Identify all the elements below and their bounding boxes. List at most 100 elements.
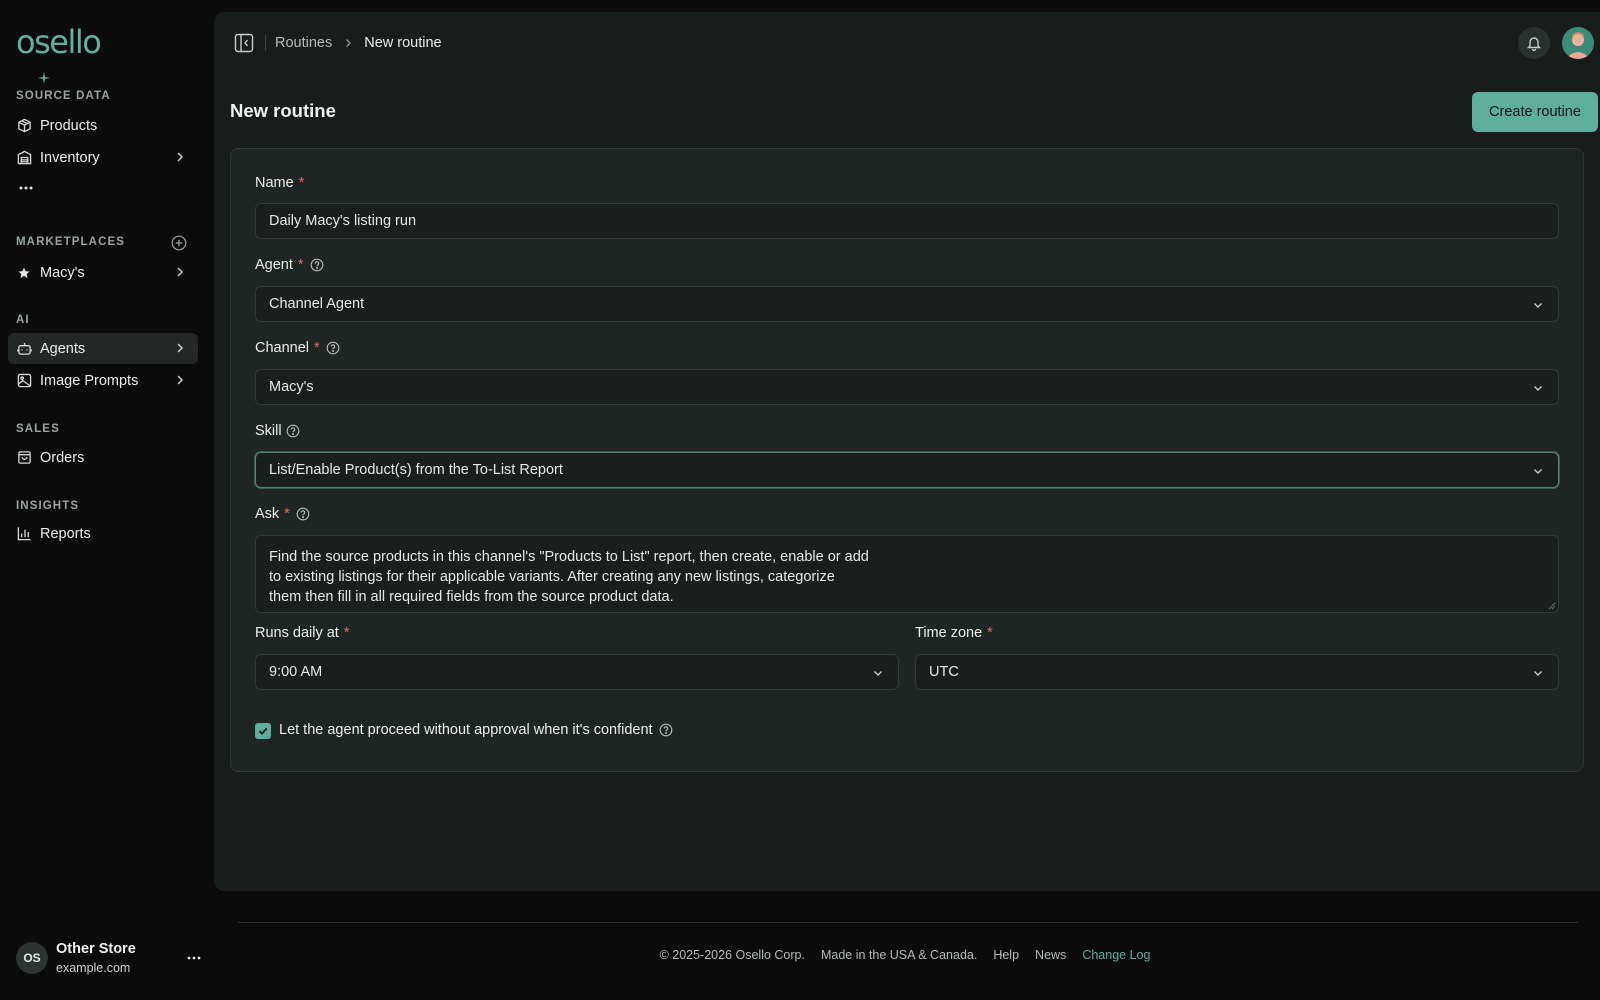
agent-select-value: Channel Agent xyxy=(269,296,365,312)
sidebar-item-label: Reports xyxy=(40,525,91,542)
image-icon xyxy=(16,373,32,389)
chevron-down-icon xyxy=(1534,469,1542,474)
sidebar-item-label: Agents xyxy=(40,340,86,357)
section-insights: INSIGHTS xyxy=(16,500,80,512)
notifications-button[interactable] xyxy=(1518,27,1550,59)
footer-divider xyxy=(238,922,1578,923)
field-label-text: Time zone xyxy=(915,625,983,641)
time-zone-select[interactable]: UTC xyxy=(915,654,1559,690)
sidebar-item-reports[interactable]: Reports xyxy=(8,518,198,549)
breadcrumb: Routines New routine xyxy=(275,35,442,51)
required-asterisk: * xyxy=(987,625,993,641)
sidebar: osello SOURCE DATA Products Inventory MA… xyxy=(0,0,210,1000)
chevron-right-icon xyxy=(177,267,184,277)
chevron-right-icon xyxy=(177,152,184,162)
user-avatar-icon xyxy=(1562,27,1594,59)
footer: © 2025-2026 Osello Corp. Made in the USA… xyxy=(0,948,1600,962)
bot-icon xyxy=(16,341,32,357)
runs-daily-select[interactable]: 9:00 AM xyxy=(255,654,899,690)
warehouse-icon xyxy=(16,150,32,166)
auto-approve-text: Let the agent proceed without approval w… xyxy=(279,722,653,738)
topbar: Routines New routine xyxy=(214,12,1600,74)
skill-select-value: List/Enable Product(s) from the To-List … xyxy=(269,462,563,478)
agent-label: Agent * xyxy=(255,257,324,273)
field-label-text: Channel xyxy=(255,340,310,356)
sidebar-item-label: Inventory xyxy=(40,149,100,166)
ask-label: Ask * xyxy=(255,506,310,522)
footer-made-in: Made in the USA & Canada. xyxy=(820,948,978,962)
osello-logo[interactable]: osello xyxy=(16,24,116,84)
name-label: Name * xyxy=(255,175,304,191)
channel-select-value: Macy's xyxy=(269,379,314,395)
sidebar-item-label: Image Prompts xyxy=(40,372,139,389)
chevron-down-icon xyxy=(1534,303,1542,308)
create-routine-button[interactable]: Create routine xyxy=(1472,92,1598,132)
field-label-text: Name xyxy=(255,175,294,191)
help-icon[interactable] xyxy=(310,258,324,272)
more-icon[interactable] xyxy=(18,180,34,196)
sidebar-item-orders[interactable]: Orders xyxy=(8,442,198,473)
ask-textarea[interactable]: Find the source products in this channel… xyxy=(255,535,1559,613)
footer-changelog-link[interactable]: Change Log xyxy=(1082,948,1150,962)
required-asterisk: * xyxy=(314,340,320,356)
required-asterisk: * xyxy=(298,175,305,191)
help-icon[interactable] xyxy=(296,507,310,521)
sidebar-item-label: Macy's xyxy=(40,264,85,281)
required-asterisk: * xyxy=(297,257,304,273)
divider xyxy=(265,35,266,51)
time-zone-label: Time zone * xyxy=(915,625,993,641)
ask-line: them then fill in all required fields fr… xyxy=(269,589,674,605)
agent-select[interactable]: Channel Agent xyxy=(255,286,1559,322)
time-zone-value: UTC xyxy=(929,664,959,680)
chevron-down-icon xyxy=(1534,386,1542,391)
help-icon[interactable] xyxy=(286,424,300,438)
resize-handle-icon[interactable] xyxy=(1548,602,1556,610)
sidebar-toggle-icon[interactable] xyxy=(234,33,254,53)
shopping-bag-icon xyxy=(16,450,32,466)
sidebar-item-image-prompts[interactable]: Image Prompts xyxy=(8,365,198,396)
section-ai: AI xyxy=(16,314,30,326)
field-label-text: Agent xyxy=(255,257,293,273)
section-sales: SALES xyxy=(16,423,60,435)
help-icon[interactable] xyxy=(659,723,673,737)
runs-daily-label: Runs daily at * xyxy=(255,625,349,641)
auto-approve-label[interactable]: Let the agent proceed without approval w… xyxy=(279,722,673,738)
breadcrumb-routines[interactable]: Routines xyxy=(275,35,332,51)
bar-chart-icon xyxy=(16,526,32,542)
bell-icon xyxy=(1526,37,1542,51)
channel-select[interactable]: Macy's xyxy=(255,369,1559,405)
skill-select[interactable]: List/Enable Product(s) from the To-List … xyxy=(255,452,1559,488)
sidebar-item-label: Products xyxy=(40,117,98,134)
store-domain: example.com xyxy=(56,961,131,975)
required-asterisk: * xyxy=(284,506,290,522)
runs-daily-value: 9:00 AM xyxy=(269,664,323,680)
required-asterisk: * xyxy=(343,625,350,641)
star-icon xyxy=(16,265,32,281)
user-avatar[interactable] xyxy=(1562,27,1594,59)
logo-spark-icon xyxy=(38,72,50,84)
auto-approve-checkbox[interactable] xyxy=(255,723,271,739)
section-marketplaces: MARKETPLACES xyxy=(16,236,126,248)
chevron-down-icon xyxy=(874,671,882,676)
sidebar-item-label: Orders xyxy=(40,449,85,466)
sidebar-item-agents[interactable]: Agents xyxy=(8,333,198,364)
breadcrumb-current: New routine xyxy=(364,35,442,51)
name-input[interactable]: Daily Macy's listing run xyxy=(255,203,1559,239)
field-label-text: Skill xyxy=(255,423,282,439)
footer-news-link[interactable]: News xyxy=(1035,948,1066,962)
ask-line: to existing listings for their applicabl… xyxy=(269,569,835,585)
sidebar-item-inventory[interactable]: Inventory xyxy=(8,142,198,173)
main-panel: Routines New routine New routine Create … xyxy=(214,12,1600,891)
check-icon xyxy=(258,727,268,735)
box-icon xyxy=(16,118,32,134)
sidebar-item-products[interactable]: Products xyxy=(8,110,198,141)
footer-help-link[interactable]: Help xyxy=(993,948,1019,962)
section-source-data: SOURCE DATA xyxy=(16,90,111,102)
chevron-right-icon xyxy=(342,37,354,49)
add-marketplace-icon[interactable] xyxy=(171,235,187,251)
help-icon[interactable] xyxy=(326,341,340,355)
chevron-right-icon xyxy=(177,343,184,353)
chevron-right-icon xyxy=(177,375,184,385)
sidebar-item-macys[interactable]: Macy's xyxy=(8,257,198,288)
field-label-text: Runs daily at xyxy=(255,625,339,641)
